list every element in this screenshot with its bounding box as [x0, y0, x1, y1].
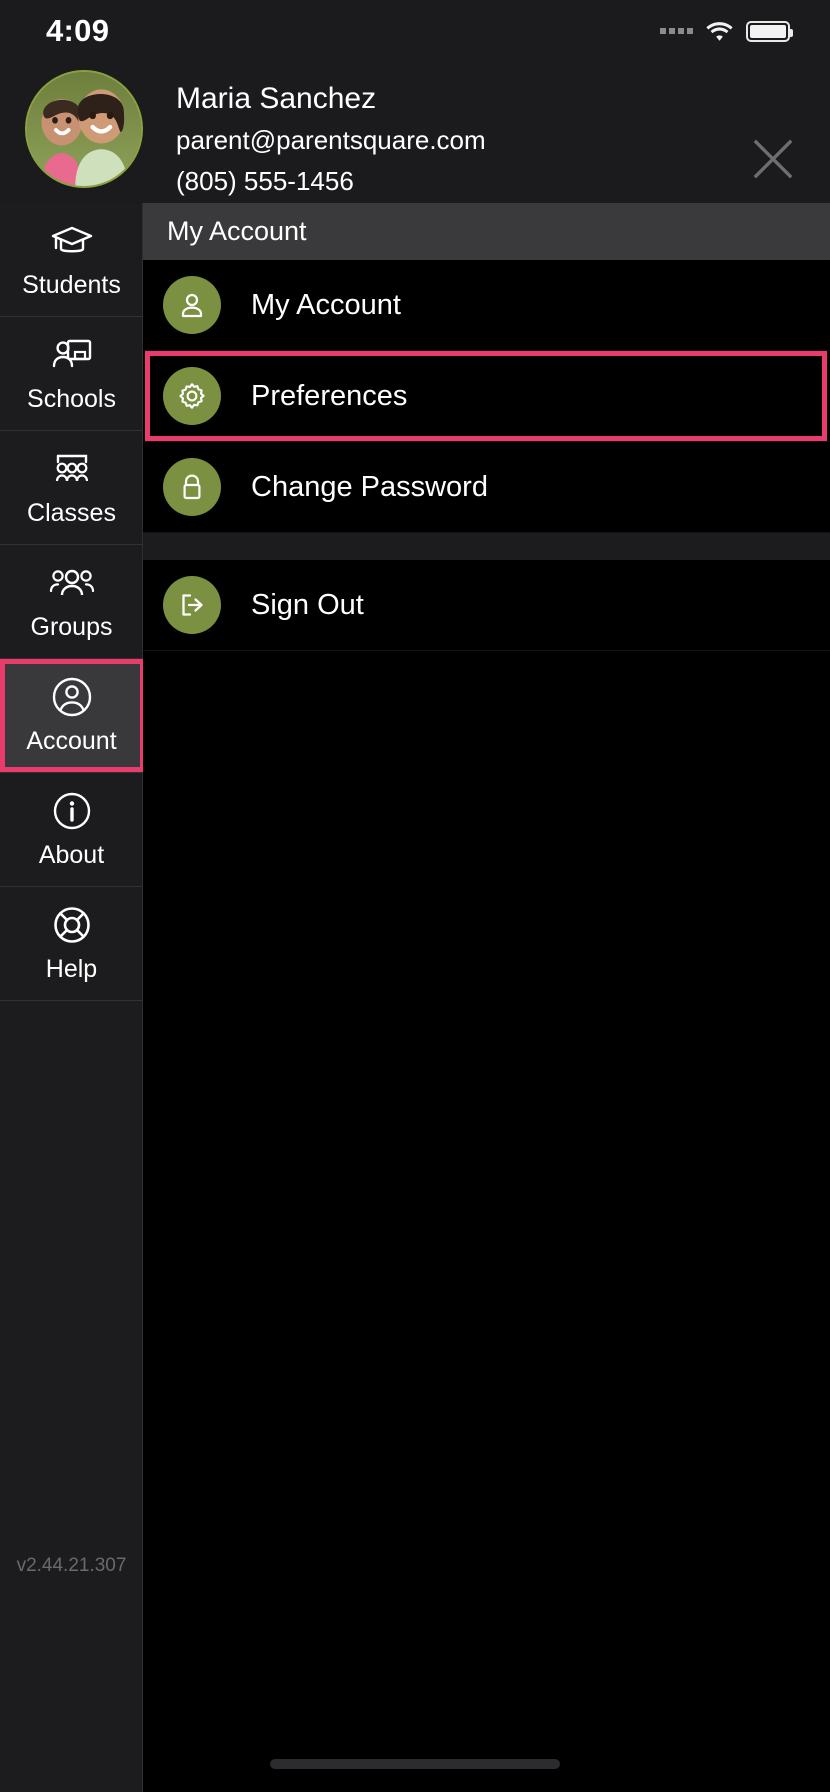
gear-icon [163, 367, 221, 425]
profile-header: Maria Sanchez parent@parentsquare.com (8… [0, 62, 830, 203]
classroom-people-icon [50, 448, 94, 490]
sidebar-item-classes[interactable]: Classes [0, 431, 143, 545]
avatar [25, 70, 143, 188]
app-root: 4:09 Maria Sanchez parent@parentsquare.c… [0, 0, 830, 1792]
sign-out-icon [163, 576, 221, 634]
sidebar-item-label: About [38, 840, 105, 869]
group-people-icon [49, 562, 95, 604]
sidebar-item-groups[interactable]: Groups [0, 545, 143, 659]
signal-dots-icon [660, 28, 693, 34]
lock-icon [163, 458, 221, 516]
sidebar-item-schools[interactable]: Schools [0, 317, 143, 431]
menu-item-label: My Account [251, 288, 401, 321]
status-indicators [660, 20, 793, 42]
menu-item-sign-out[interactable]: Sign Out [143, 560, 830, 651]
person-icon [163, 276, 221, 334]
home-indicator[interactable] [270, 1759, 560, 1769]
profile-details: Maria Sanchez parent@parentsquare.com (8… [176, 70, 486, 200]
sidebar-item-label: Groups [30, 612, 113, 641]
sidebar-item-label: Help [45, 954, 98, 983]
sidebar-item-students[interactable]: Students [0, 203, 143, 317]
content-panel: My Account My Account Preferences Change… [143, 203, 830, 1792]
menu-item-preferences[interactable]: Preferences [143, 351, 830, 442]
sidebar-item-label: Account [26, 726, 117, 755]
page-title: My Account [167, 216, 307, 246]
menu-item-my-account[interactable]: My Account [143, 260, 830, 351]
graduation-cap-icon [50, 220, 94, 262]
close-icon[interactable] [750, 136, 796, 182]
menu-item-label: Change Password [251, 470, 488, 503]
sidebar-item-account[interactable]: Account [0, 659, 145, 773]
content-header: My Account [143, 203, 830, 260]
menu-group-separator [143, 533, 830, 560]
account-circle-icon [51, 676, 93, 718]
sidebar-item-label: Classes [27, 498, 116, 527]
menu-item-change-password[interactable]: Change Password [143, 442, 830, 533]
status-time: 4:09 [46, 13, 110, 48]
info-circle-icon [52, 790, 92, 832]
app-version: v2.44.21.307 [16, 1555, 127, 1576]
sidebar-item-label: Schools [27, 384, 116, 413]
school-presentation-icon [51, 334, 93, 376]
status-bar: 4:09 [0, 0, 830, 62]
sidebar-item-about[interactable]: About [0, 773, 143, 887]
menu-item-label: Preferences [251, 379, 408, 412]
sidebar: Students Schools Classes Groups Account … [0, 203, 145, 1792]
profile-name: Maria Sanchez [176, 82, 377, 115]
sidebar-item-help[interactable]: Help [0, 887, 143, 1001]
profile-phone: (805) 555-1456 [176, 165, 354, 196]
lifebuoy-icon [51, 904, 93, 946]
wifi-icon [706, 21, 733, 41]
battery-icon [746, 20, 793, 42]
sidebar-item-label: Students [22, 270, 121, 299]
profile-email: parent@parentsquare.com [176, 124, 486, 155]
menu-item-label: Sign Out [251, 588, 364, 621]
